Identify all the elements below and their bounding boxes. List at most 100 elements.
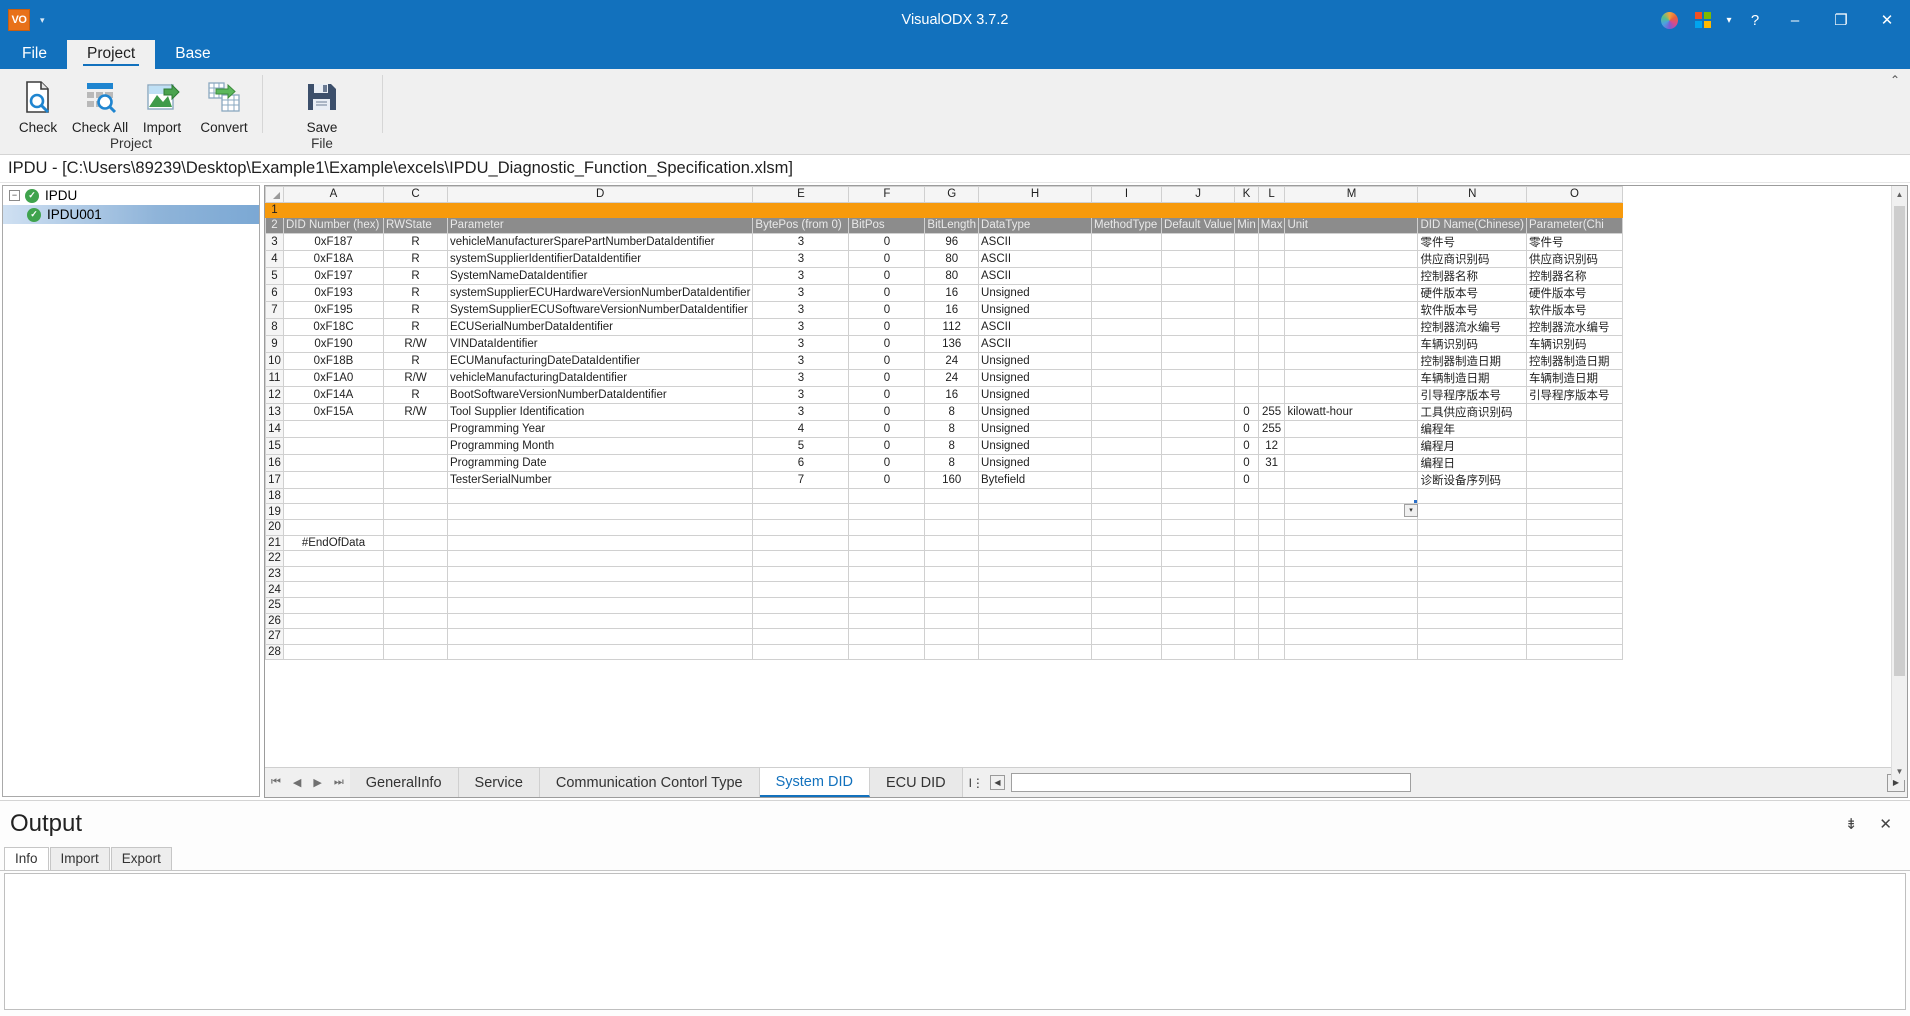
- cell[interactable]: 3: [752, 368, 850, 387]
- cell[interactable]: 控制器流水编号: [1526, 317, 1624, 336]
- cell[interactable]: [1091, 300, 1163, 319]
- cell[interactable]: 0: [848, 249, 926, 268]
- cell[interactable]: 0: [1234, 470, 1259, 489]
- cell[interactable]: [924, 565, 980, 583]
- cell[interactable]: Unsigned: [978, 351, 1093, 370]
- cell[interactable]: [752, 503, 850, 520]
- cell[interactable]: 12: [1257, 436, 1286, 455]
- cell[interactable]: 0: [848, 266, 926, 285]
- cell[interactable]: [1284, 334, 1419, 353]
- cell[interactable]: [1526, 402, 1624, 421]
- cell[interactable]: [1284, 249, 1419, 268]
- cell[interactable]: 引导程序版本号: [1526, 385, 1624, 404]
- cell[interactable]: [848, 503, 926, 520]
- cell[interactable]: [924, 612, 980, 630]
- cell[interactable]: [1417, 565, 1528, 583]
- minimize-button[interactable]: –: [1772, 0, 1818, 40]
- column-title-cell[interactable]: RWState: [383, 217, 448, 234]
- cell[interactable]: [1161, 402, 1236, 421]
- cell[interactable]: [1234, 283, 1259, 302]
- column-header-a[interactable]: A: [283, 186, 384, 203]
- column-header-h[interactable]: H: [978, 186, 1093, 203]
- row-header[interactable]: 12: [265, 385, 284, 404]
- row-header[interactable]: 6: [265, 283, 284, 302]
- cell[interactable]: [1091, 436, 1163, 455]
- cell[interactable]: 0xF197: [283, 266, 384, 285]
- cell[interactable]: ASCII: [978, 249, 1093, 268]
- table-row[interactable]: 20: [265, 518, 1624, 536]
- column-title-cell[interactable]: DID Number (hex): [283, 217, 384, 234]
- cell[interactable]: 16: [924, 300, 980, 319]
- cell[interactable]: [1234, 612, 1259, 630]
- row-header[interactable]: 16: [265, 453, 284, 472]
- cell[interactable]: [1257, 628, 1286, 645]
- cell[interactable]: [446, 487, 754, 505]
- cell[interactable]: [1284, 518, 1419, 536]
- cell[interactable]: [1091, 385, 1163, 404]
- cell[interactable]: R: [383, 249, 448, 268]
- column-title-cell[interactable]: Min: [1234, 217, 1259, 234]
- close-icon[interactable]: ✕: [1879, 815, 1892, 833]
- cell[interactable]: BootSoftwareVersionNumberDataIdentifier: [446, 385, 754, 404]
- pin-icon[interactable]: ⇟: [1845, 815, 1858, 833]
- cell[interactable]: [978, 487, 1093, 505]
- cell[interactable]: 7: [752, 470, 850, 489]
- cell[interactable]: R: [383, 385, 448, 404]
- cell[interactable]: [283, 470, 384, 489]
- table-row[interactable]: 28: [265, 643, 1624, 661]
- cell[interactable]: [283, 201, 384, 219]
- cell[interactable]: [1161, 503, 1236, 520]
- row-header[interactable]: 4: [265, 249, 284, 268]
- cell[interactable]: [1234, 534, 1259, 552]
- cell[interactable]: 硬件版本号: [1526, 283, 1624, 302]
- row-header[interactable]: 7: [265, 300, 284, 319]
- cell[interactable]: 0: [848, 436, 926, 455]
- cell[interactable]: [1284, 317, 1419, 336]
- cell[interactable]: [1526, 534, 1624, 552]
- row-header[interactable]: 26: [265, 612, 284, 630]
- cell[interactable]: 0xF15A: [283, 402, 384, 421]
- cell[interactable]: [1257, 565, 1286, 583]
- row-header[interactable]: 23: [265, 565, 284, 583]
- cell[interactable]: 0: [848, 351, 926, 370]
- cell[interactable]: [446, 596, 754, 614]
- cell[interactable]: [1284, 266, 1419, 285]
- cell[interactable]: [1257, 351, 1286, 370]
- cell[interactable]: [1091, 334, 1163, 353]
- cell[interactable]: 零件号: [1417, 232, 1528, 251]
- cell[interactable]: [924, 503, 980, 520]
- column-header-k[interactable]: K: [1234, 186, 1259, 203]
- cell[interactable]: 0: [1234, 436, 1259, 455]
- cell[interactable]: [1284, 368, 1419, 387]
- cell[interactable]: [383, 596, 448, 614]
- cell[interactable]: [978, 534, 1093, 552]
- cell[interactable]: [1284, 470, 1419, 489]
- cell[interactable]: 0xF18A: [283, 249, 384, 268]
- cell[interactable]: [1091, 596, 1163, 614]
- cell[interactable]: [1161, 317, 1236, 336]
- cell[interactable]: [1161, 419, 1236, 438]
- output-log-area[interactable]: [4, 873, 1906, 1010]
- cell[interactable]: [978, 628, 1093, 645]
- cell[interactable]: Tool Supplier Identification: [446, 402, 754, 421]
- cell[interactable]: [383, 518, 448, 536]
- cell[interactable]: [383, 201, 448, 219]
- cell[interactable]: [978, 201, 1093, 219]
- cell[interactable]: [1284, 436, 1419, 455]
- cell[interactable]: 0xF18B: [283, 351, 384, 370]
- table-row[interactable]: 17 TesterSerialNumber 7 0 160 Bytefield 0 诊断…: [265, 470, 1624, 489]
- close-button[interactable]: ✕: [1864, 0, 1910, 40]
- cell[interactable]: 3: [752, 317, 850, 336]
- sheet-tab-system-did[interactable]: System DID: [759, 768, 870, 797]
- row-header[interactable]: 19: [265, 503, 284, 520]
- cell[interactable]: [1417, 534, 1528, 552]
- cell[interactable]: [752, 628, 850, 645]
- cell[interactable]: [283, 612, 384, 630]
- cell[interactable]: [1284, 565, 1419, 583]
- cell[interactable]: ASCII: [978, 266, 1093, 285]
- column-header-e[interactable]: E: [752, 186, 850, 203]
- row-header[interactable]: 5: [265, 266, 284, 285]
- cell[interactable]: [283, 565, 384, 583]
- chevron-down-icon[interactable]: ▾: [34, 15, 51, 26]
- cell[interactable]: [1526, 436, 1624, 455]
